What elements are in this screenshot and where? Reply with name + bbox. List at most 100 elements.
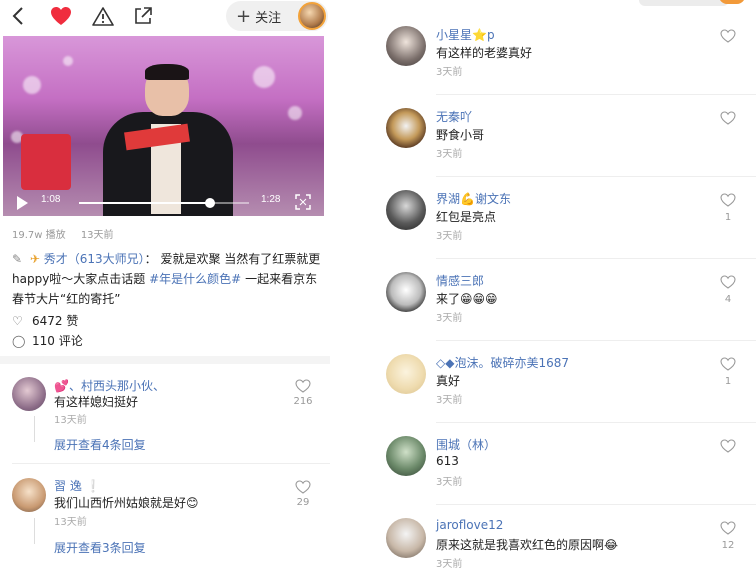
commenter-avatar[interactable] [386, 26, 426, 66]
like-icon[interactable] [720, 438, 736, 453]
like-icon[interactable] [720, 520, 736, 535]
progress-fill [79, 202, 210, 204]
commenter-name[interactable]: 習 逸 ❕ [54, 477, 101, 494]
share-icon[interactable] [132, 4, 154, 28]
comment-icon: ◯ [12, 333, 26, 348]
commenter-avatar[interactable] [386, 518, 426, 558]
red-prop [21, 134, 71, 190]
like-total: 6472 赞 [32, 314, 79, 328]
follow-label: 关注 [255, 10, 282, 26]
expand-replies-link[interactable]: 展开查看4条回复 [54, 436, 146, 453]
commenter-name[interactable]: ◇◆泡沫。破碎亦美1687 [436, 354, 569, 371]
like-count: 29 [296, 497, 310, 508]
comment-time: 3天前 [436, 313, 463, 324]
comment-text: 有这样媳妇挺好 [54, 395, 139, 409]
comment-item: 小星星⭐p 有这样的老婆真好 3天前 [374, 20, 756, 102]
like-icon[interactable] [295, 479, 311, 494]
comment-separator [436, 94, 756, 95]
commenter-name[interactable]: jaroflove12 [436, 518, 503, 532]
comment-item: 无秦吖野食小哥 3天前 [374, 102, 756, 184]
comment-time: 13天前 [54, 415, 87, 426]
comment-time: 3天前 [436, 149, 463, 160]
comment-text: 有这样的老婆真好 [436, 46, 533, 60]
right-screen: 小星星⭐p 有这样的老婆真好 3天前 无秦吖 野食小哥 3天前 界湖💪谢文东 红包是亮点 3天前… [374, 0, 756, 570]
comment-time: 13天前 [54, 517, 87, 528]
comment-item: 習 逸 ❕ 我们山西忻州姑娘就是好😊 13天前 29 展开查看3条回复 [0, 470, 330, 565]
like-stat[interactable]: ♡ 6472 赞 [12, 312, 78, 329]
search-bar-edge [639, 0, 729, 6]
top-bar: + 关注 [0, 0, 330, 32]
video-player[interactable]: 1:08 1:28 [3, 36, 324, 216]
follow-button[interactable]: + 关注 [226, 1, 328, 31]
like-count: 1 [724, 212, 732, 223]
post-separator: ： [144, 252, 157, 266]
comment-separator [436, 422, 756, 423]
like-icon[interactable] [720, 192, 736, 207]
comment-text: 原来这就是我喜欢红色的原因啊😂 [436, 538, 619, 552]
like-icon[interactable] [720, 356, 736, 371]
plane-badge-icon: ✈ [29, 252, 40, 266]
progress-thumb[interactable] [204, 198, 215, 208]
bokeh-light [253, 66, 275, 88]
commenter-avatar[interactable] [386, 436, 426, 476]
commenter-name[interactable]: 情感三郎 [436, 272, 484, 289]
commenter-avatar[interactable] [12, 377, 46, 411]
comment-text: 来了😁😁😁 [436, 292, 498, 306]
comment-item: 情感三郎来了😁😁😁 3天前 4 [374, 266, 756, 348]
play-icon[interactable] [17, 196, 28, 210]
post-time: 13天前 [80, 230, 114, 241]
commenter-name[interactable]: 界湖💪谢文东 [436, 190, 511, 207]
commenter-avatar[interactable] [386, 190, 426, 230]
comment-stat[interactable]: ◯ 110 评论 [12, 332, 83, 349]
plus-icon: + [236, 5, 252, 27]
like-count: 4 [724, 294, 732, 305]
reply-thread-line [34, 416, 35, 442]
top-strip [374, 0, 756, 10]
like-icon[interactable] [720, 28, 736, 43]
comment-text: 红包是亮点 [436, 210, 497, 224]
expand-replies-link[interactable]: 展开查看3条回复 [54, 539, 146, 556]
like-icon[interactable] [720, 274, 736, 289]
comment-separator [436, 340, 756, 341]
commenter-avatar[interactable] [386, 108, 426, 148]
like-icon[interactable] [295, 378, 311, 393]
video-meta: 19.7w 播放 13天前 [12, 226, 126, 241]
commenter-name[interactable]: 无秦吖 [436, 108, 472, 125]
warning-icon[interactable] [90, 4, 116, 28]
commenter-name[interactable]: 💕、村西头那小伙、 [54, 377, 165, 394]
comment-text: 真好 [436, 374, 461, 388]
section-divider [0, 356, 330, 364]
comment-item: 围城（林） 613 3天前 [374, 430, 756, 512]
comment-item: jaroflove12 原来这就是我喜欢红色的原因啊😂 3天前 12 [374, 512, 756, 570]
bokeh-light [288, 106, 302, 120]
progress-track[interactable] [79, 198, 249, 208]
reply-thread-line [34, 518, 35, 544]
view-count: 19.7w 播放 [12, 230, 66, 241]
like-icon[interactable] [720, 110, 736, 125]
commenter-avatar[interactable] [12, 478, 46, 512]
comment-time: 3天前 [436, 559, 463, 570]
comment-separator [436, 258, 756, 259]
commenter-avatar[interactable] [386, 272, 426, 312]
fullscreen-icon[interactable] [295, 194, 311, 210]
comment-total: 110 评论 [32, 334, 83, 348]
edit-icon: ✎ [12, 252, 23, 266]
left-screen: + 关注 1:08 1:28 19.7w 播放 13天前 ✎ ✈ 秀才（613大… [0, 0, 330, 570]
author-avatar[interactable] [298, 2, 326, 30]
like-count: 12 [721, 540, 735, 551]
commenter-avatar[interactable] [386, 354, 426, 394]
video-person [95, 64, 245, 216]
comment-time: 3天前 [436, 231, 463, 242]
commenter-name[interactable]: 围城（林） [436, 436, 496, 453]
heart-icon[interactable] [48, 4, 74, 28]
back-icon[interactable] [8, 4, 28, 28]
comment-item: ◇◆泡沫。破碎亦美1687 真好 3天前 1 [374, 348, 756, 430]
duration: 1:28 [261, 194, 281, 205]
person-hair [145, 64, 189, 80]
post-author[interactable]: 秀才（613大师兄） [44, 252, 145, 266]
like-count: 216 [293, 396, 313, 407]
commenter-name[interactable]: 小星星⭐p [436, 26, 495, 43]
comment-item: 💕、村西头那小伙、 有这样媳妇挺好 13天前 216 展开查看4条回复 [0, 370, 330, 458]
comment-text: 野食小哥 [436, 128, 485, 142]
post-hashtag[interactable]: #年是什么颜色# [149, 272, 241, 286]
